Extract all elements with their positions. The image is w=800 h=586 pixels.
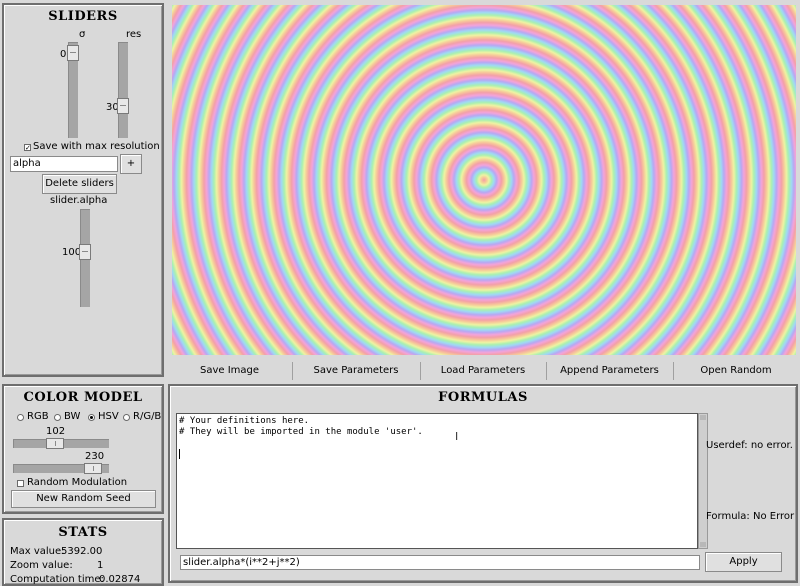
ibeam-cursor-icon: I (455, 430, 459, 443)
stats-panel: STATS Max value: 5392.00 Zoom value: 1 C… (2, 518, 164, 586)
new-random-seed-button[interactable]: New Random Seed (11, 490, 156, 508)
res-label: res (126, 29, 142, 40)
computation-time-value: 0.02874 (99, 574, 141, 585)
sliders-panel: SLIDERS σ res 0 30 ✓ Save with max resol… (2, 3, 164, 377)
max-value: 5392.00 (61, 546, 103, 557)
radio-rgb[interactable] (17, 414, 24, 421)
formula-input[interactable]: slider.alpha*(i**2+j**2) (180, 555, 700, 570)
sigma-value: 0 (60, 49, 67, 60)
scroll-up-arrow-icon[interactable] (700, 415, 706, 420)
load-parameters-button[interactable]: Load Parameters (421, 361, 545, 381)
save-parameters-button[interactable]: Save Parameters (293, 361, 419, 381)
random-modulation-label: Random Modulation (27, 477, 128, 488)
sliders-title: SLIDERS (48, 9, 118, 24)
max-value-label: Max value: (10, 546, 65, 557)
userdef-status: Userdef: no error. (706, 440, 793, 451)
code-line-1: # Your definitions here. (179, 416, 310, 426)
color-model-title: COLOR MODEL (23, 390, 143, 405)
text-cursor (179, 449, 180, 459)
color-model-panel: COLOR MODEL RGB BW HSV R/G/B 102 230 Ran… (2, 384, 164, 514)
save-max-res-label: Save with max resolution (33, 141, 160, 152)
append-parameters-button[interactable]: Append Parameters (547, 361, 672, 381)
save-image-button[interactable]: Save Image (168, 361, 291, 381)
color-slider2-value: 230 (85, 451, 105, 462)
res-slider-thumb[interactable] (117, 98, 129, 114)
apply-button[interactable]: Apply (705, 552, 782, 572)
random-modulation-checkbox[interactable] (17, 480, 24, 487)
color-slider2[interactable] (13, 463, 109, 474)
stats-title: STATS (58, 525, 108, 540)
radio-rgb-split-label: R/G/B (133, 411, 162, 422)
add-slider-button[interactable]: + (120, 154, 142, 174)
new-slider-name-input[interactable]: alpha (10, 156, 118, 172)
radio-rgb-split[interactable] (123, 414, 130, 421)
delete-sliders-button[interactable]: Delete sliders (42, 174, 117, 194)
color-slider2-thumb[interactable] (84, 463, 102, 474)
scroll-down-arrow-icon[interactable] (700, 542, 706, 547)
sigma-slider-thumb[interactable] (67, 45, 79, 61)
alpha-slider[interactable] (79, 209, 91, 307)
color-slider1[interactable] (13, 438, 109, 449)
computation-time-label: Computation time: (10, 574, 104, 585)
alpha-slider-thumb[interactable] (79, 244, 91, 260)
radio-rgb-label: RGB (27, 411, 49, 422)
image-canvas[interactable] (172, 5, 796, 355)
editor-scrollbar[interactable] (698, 413, 708, 549)
zoom-value: 1 (97, 560, 104, 571)
radio-hsv-label: HSV (98, 411, 119, 422)
radio-bw[interactable] (54, 414, 61, 421)
formulas-title: FORMULAS (438, 390, 528, 405)
color-slider1-thumb[interactable] (46, 438, 64, 449)
zoom-value-label: Zoom value: (10, 560, 73, 571)
code-line-2: # They will be imported in the module 'u… (179, 427, 423, 437)
radio-bw-label: BW (64, 411, 81, 422)
formulas-panel: FORMULAS # Your definitions here. # They… (168, 384, 798, 583)
sigma-label: σ (79, 29, 86, 40)
alpha-slider-label: slider.alpha (50, 195, 108, 206)
open-random-button[interactable]: Open Random (674, 361, 798, 381)
formula-status: Formula: No Error (706, 511, 795, 522)
save-max-res-checkbox[interactable]: ✓ (24, 144, 31, 152)
res-slider[interactable] (117, 42, 129, 138)
userdef-editor[interactable]: # Your definitions here. # They will be … (176, 413, 698, 549)
color-slider1-value: 102 (46, 426, 66, 437)
radio-hsv[interactable] (88, 414, 95, 421)
sigma-slider[interactable] (67, 42, 79, 138)
